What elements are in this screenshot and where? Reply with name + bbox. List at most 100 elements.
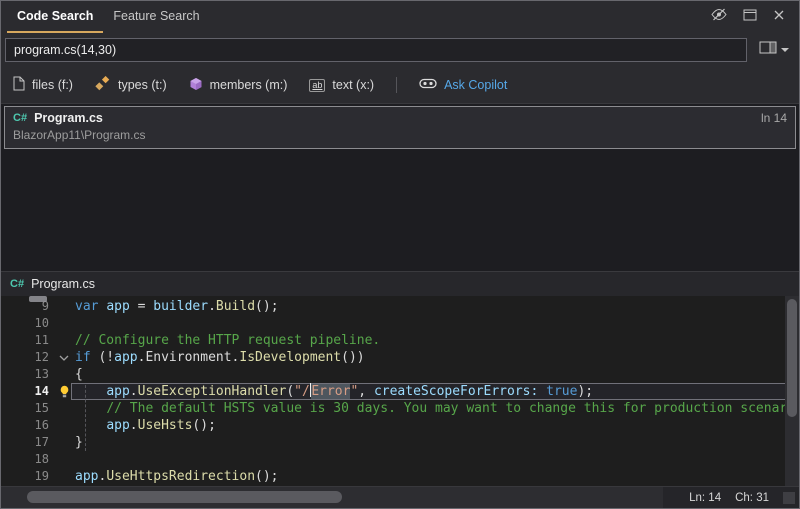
code-text: // Configure the HTTP request pipeline. [75, 332, 799, 349]
filter-members-button[interactable]: members (m:) [189, 77, 288, 94]
code-line[interactable]: 9var app = builder.Build(); [1, 298, 799, 315]
panel-layout-icon [759, 41, 777, 59]
search-text: program.cs(14,30) [14, 43, 116, 57]
popout-window-button[interactable] [735, 1, 765, 33]
code-text [75, 315, 799, 332]
filter-label: members (m:) [210, 78, 288, 92]
code-token [75, 401, 106, 416]
results-list: C# Program.cs ln 14 BlazorApp11\Program.… [1, 104, 799, 271]
code-line[interactable]: 12if (!app.Environment.IsDevelopment()) [1, 349, 799, 366]
glyph-margin [53, 468, 75, 485]
code-token: IsDevelopment [239, 350, 341, 365]
code-token: // The default HSTS value is 30 days. Yo… [106, 401, 799, 416]
code-line[interactable]: 16 app.UseHsts(); [1, 417, 799, 434]
code-text: var app = builder.Build(); [75, 298, 799, 315]
line-number[interactable]: 19 [1, 468, 53, 485]
code-token: // Configure the HTTP request pipeline. [75, 333, 380, 348]
code-line[interactable]: 13 { [1, 366, 799, 383]
line-indicator: Ln: 14 [689, 492, 721, 504]
preview-title: Program.cs [31, 277, 95, 291]
glyph-margin [53, 298, 75, 315]
line-number[interactable]: 18 [1, 451, 53, 468]
line-number[interactable]: 17 [1, 434, 53, 451]
code-text: app.UseHttpsRedirection(); [75, 468, 799, 485]
line-number[interactable]: 13 [1, 366, 53, 383]
search-input[interactable]: program.cs(14,30) [5, 38, 747, 62]
code-line[interactable]: 14 app.UseExceptionHandler("/Error", cre… [1, 383, 799, 400]
code-line[interactable]: 18 [1, 451, 799, 468]
result-title-row: C# Program.cs ln 14 [13, 111, 787, 125]
cube-icon [189, 77, 203, 94]
column-indicator: Ch: 31 [735, 492, 769, 504]
result-file-name: Program.cs [34, 111, 103, 125]
code-search-window: Code Search Feature Search program.cs(14… [0, 0, 800, 509]
code-line[interactable]: 11 // Configure the HTTP request pipeline… [1, 332, 799, 349]
types-icon [95, 76, 111, 94]
code-token: app [114, 350, 137, 365]
line-number[interactable]: 16 [1, 417, 53, 434]
code-token [75, 418, 106, 433]
filter-text-button[interactable]: ab text (x:) [309, 78, 374, 92]
code-token: (); [255, 299, 278, 314]
code-token: . [130, 384, 138, 399]
search-result-item[interactable]: C# Program.cs ln 14 BlazorApp11\Program.… [4, 106, 796, 149]
filter-label: files (f:) [32, 78, 73, 92]
code-token: true [546, 384, 577, 399]
csharp-file-icon: C# [10, 278, 24, 290]
code-token: . [208, 299, 216, 314]
code-line[interactable]: 17} [1, 434, 799, 451]
code-token: UseHttpsRedirection [106, 469, 255, 484]
glyph-margin [53, 400, 75, 417]
toggle-preview-button[interactable] [703, 1, 735, 33]
code-token: Build [216, 299, 255, 314]
line-number[interactable]: 11 [1, 332, 53, 349]
scrollbar-thumb[interactable] [787, 299, 797, 417]
glyph-margin [53, 332, 75, 349]
preview-header: C# Program.cs [1, 271, 799, 296]
code-token: var [75, 299, 98, 314]
code-token: { [75, 367, 83, 382]
glyph-margin [53, 451, 75, 468]
tab-bar: Code Search Feature Search [1, 1, 799, 33]
code-token: app [106, 299, 129, 314]
result-file-path: BlazorApp11\Program.cs [13, 128, 787, 142]
code-token: Environment [145, 350, 231, 365]
code-token: app [106, 384, 129, 399]
code-line[interactable]: 10 [1, 315, 799, 332]
code-token: if [75, 350, 91, 365]
tab-code-search[interactable]: Code Search [7, 1, 103, 33]
code-line[interactable]: 19 app.UseHttpsRedirection(); [1, 468, 799, 485]
code-editor: 9var app = builder.Build();1011 // Config… [1, 296, 799, 486]
lightbulb-icon[interactable] [53, 383, 75, 400]
code-token: UseExceptionHandler [138, 384, 287, 399]
code-token: "/ [294, 384, 310, 399]
code-token: . [130, 418, 138, 433]
code-line[interactable]: 15 // The default HSTS value is 30 days.… [1, 400, 799, 417]
line-number[interactable]: 12 [1, 349, 53, 366]
code-token: (); [255, 469, 278, 484]
line-number[interactable]: 15 [1, 400, 53, 417]
file-icon [13, 76, 25, 94]
filter-files-button[interactable]: files (f:) [13, 76, 73, 94]
line-number[interactable]: 10 [1, 315, 53, 332]
filter-types-button[interactable]: types (t:) [95, 76, 167, 94]
scrollbar-thumb[interactable] [27, 491, 342, 503]
code-token: , [358, 384, 374, 399]
code-text: { [75, 366, 799, 383]
vertical-scrollbar[interactable] [785, 296, 799, 486]
preview-layout-button[interactable] [753, 38, 795, 62]
code-token: ( [286, 384, 294, 399]
code-token: Error [311, 384, 350, 399]
tab-label: Code Search [17, 9, 93, 23]
ask-copilot-label: Ask Copilot [444, 78, 507, 92]
tab-feature-search[interactable]: Feature Search [103, 1, 209, 33]
close-button[interactable] [765, 1, 793, 33]
code-token: app [106, 418, 129, 433]
search-row: program.cs(14,30) [1, 33, 799, 67]
horizontal-scrollbar[interactable] [1, 487, 663, 508]
glyph-margin [53, 366, 75, 383]
ask-copilot-button[interactable]: Ask Copilot [419, 78, 507, 93]
fold-chevron-icon[interactable] [53, 349, 75, 366]
code-text: app.UseExceptionHandler("/Error", create… [75, 383, 799, 400]
line-number[interactable]: 14 [1, 383, 53, 400]
